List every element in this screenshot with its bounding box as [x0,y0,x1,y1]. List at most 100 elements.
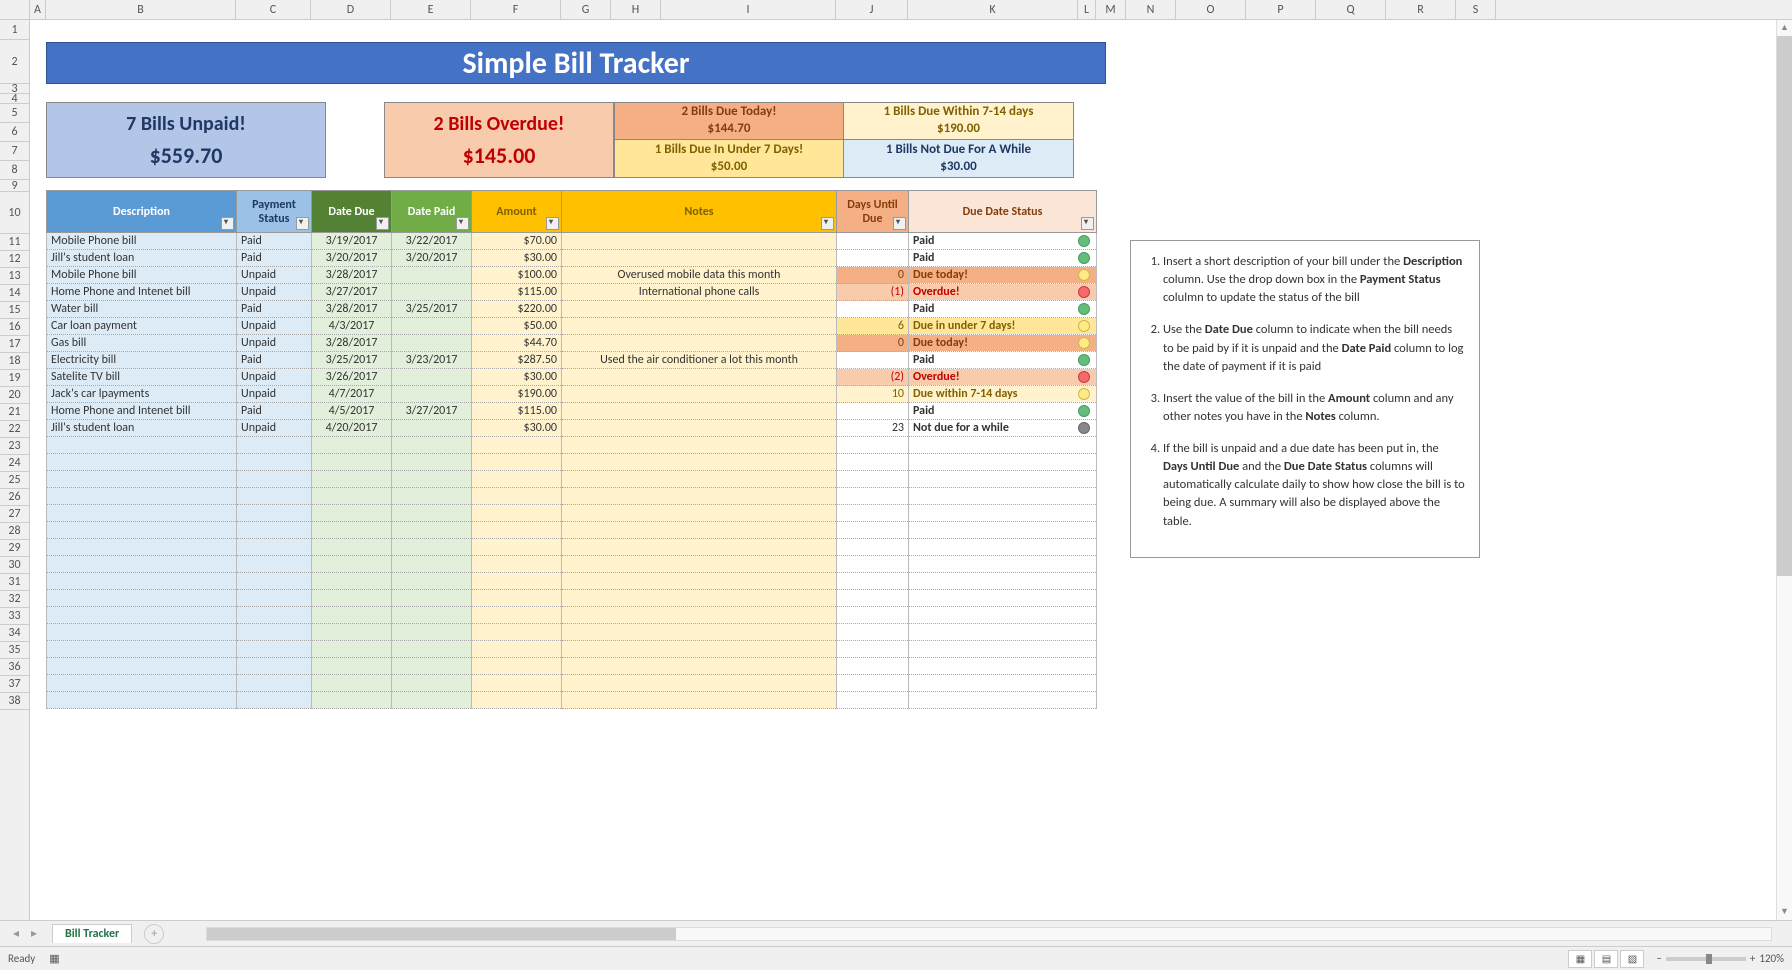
row-header-15[interactable]: 15 [0,302,29,319]
table-row-empty[interactable] [47,658,1097,675]
cell-empty[interactable] [312,675,392,692]
col-header-I[interactable]: I [661,0,836,19]
cell-status[interactable]: Unpaid [237,335,312,352]
cell-empty[interactable] [237,556,312,573]
cell-dstat[interactable]: Due in under 7 days! [909,318,1097,335]
cell-empty[interactable] [472,573,562,590]
cell-days[interactable] [837,233,909,250]
cell-empty[interactable] [562,675,837,692]
cell-empty[interactable] [47,658,237,675]
cell-notes[interactable] [562,369,837,386]
cell-due[interactable]: 4/3/2017 [312,318,392,335]
cell-amt[interactable]: $50.00 [472,318,562,335]
cell-empty[interactable] [312,624,392,641]
cell-status[interactable]: Paid [237,250,312,267]
table-row-empty[interactable] [47,488,1097,505]
cell-empty[interactable] [837,522,909,539]
row-header-2[interactable]: 2 [0,40,29,84]
cell-empty[interactable] [47,573,237,590]
filter-dropdown-paid[interactable] [456,217,469,230]
cell-empty[interactable] [562,641,837,658]
cell-desc[interactable]: Water bill [47,301,237,318]
col-header-S[interactable]: S [1456,0,1496,19]
cell-empty[interactable] [837,573,909,590]
table-row-empty[interactable] [47,590,1097,607]
cell-desc[interactable]: Mobile Phone bill [47,267,237,284]
cell-empty[interactable] [47,505,237,522]
cell-due[interactable]: 4/20/2017 [312,420,392,437]
cell-empty[interactable] [312,607,392,624]
row-header-18[interactable]: 18 [0,353,29,370]
cell-empty[interactable] [312,641,392,658]
cell-empty[interactable] [392,641,472,658]
cell-empty[interactable] [312,505,392,522]
filter-dropdown-notes[interactable] [821,217,834,230]
cell-status[interactable]: Unpaid [237,318,312,335]
col-header-due[interactable]: Date Due [312,191,392,233]
cell-due[interactable]: 4/7/2017 [312,386,392,403]
cell-empty[interactable] [47,624,237,641]
row-header-21[interactable]: 21 [0,404,29,421]
col-header-P[interactable]: P [1246,0,1316,19]
cell-empty[interactable] [237,607,312,624]
cell-due[interactable]: 3/28/2017 [312,335,392,352]
col-header-G[interactable]: G [561,0,611,19]
cell-empty[interactable] [312,658,392,675]
cell-dstat[interactable]: Paid [909,301,1097,318]
cell-paid[interactable] [392,284,472,301]
cell-empty[interactable] [909,488,1097,505]
cell-empty[interactable] [312,573,392,590]
cell-empty[interactable] [237,624,312,641]
table-row-empty[interactable] [47,573,1097,590]
cell-notes[interactable] [562,301,837,318]
cell-empty[interactable] [392,624,472,641]
cell-desc[interactable]: Satelite TV bill [47,369,237,386]
cell-empty[interactable] [237,471,312,488]
cell-amt[interactable]: $190.00 [472,386,562,403]
table-row-empty[interactable] [47,471,1097,488]
filter-dropdown-dstat[interactable] [1081,217,1094,230]
cell-paid[interactable]: 3/25/2017 [392,301,472,318]
filter-dropdown-amt[interactable] [546,217,559,230]
cell-due[interactable]: 3/28/2017 [312,301,392,318]
cell-desc[interactable]: Electricity bill [47,352,237,369]
cell-dstat[interactable]: Paid [909,352,1097,369]
row-header-24[interactable]: 24 [0,455,29,472]
row-header-12[interactable]: 12 [0,251,29,268]
cell-empty[interactable] [392,692,472,709]
cell-amt[interactable]: $115.00 [472,403,562,420]
cell-days[interactable] [837,352,909,369]
table-row-empty[interactable] [47,505,1097,522]
cell-status[interactable]: Unpaid [237,267,312,284]
cell-empty[interactable] [472,505,562,522]
col-header-days[interactable]: Days Until Due [837,191,909,233]
cell-empty[interactable] [837,488,909,505]
table-row[interactable]: Gas billUnpaid3/28/2017$44.700Due today! [47,335,1097,352]
cell-empty[interactable] [392,471,472,488]
tab-nav-next[interactable]: ▸ [26,926,42,942]
cell-days[interactable]: (2) [837,369,909,386]
cell-dstat[interactable]: Due within 7-14 days [909,386,1097,403]
cell-empty[interactable] [562,539,837,556]
table-row-empty[interactable] [47,641,1097,658]
row-header-6[interactable]: 6 [0,123,29,142]
cell-paid[interactable] [392,369,472,386]
col-header-H[interactable]: H [611,0,661,19]
cell-empty[interactable] [392,454,472,471]
row-header-26[interactable]: 26 [0,489,29,506]
cell-empty[interactable] [909,658,1097,675]
vscroll-thumb[interactable] [1777,36,1792,576]
cell-empty[interactable] [47,454,237,471]
cell-empty[interactable] [837,590,909,607]
cell-days[interactable]: 0 [837,267,909,284]
cell-empty[interactable] [837,607,909,624]
cell-empty[interactable] [472,658,562,675]
cell-paid[interactable]: 3/23/2017 [392,352,472,369]
row-header-13[interactable]: 13 [0,268,29,285]
cell-notes[interactable] [562,403,837,420]
row-header-1[interactable]: 1 [0,20,29,40]
col-header-K[interactable]: K [908,0,1078,19]
cell-empty[interactable] [472,471,562,488]
col-header-status[interactable]: Payment Status [237,191,312,233]
cell-due[interactable]: 3/28/2017 [312,267,392,284]
